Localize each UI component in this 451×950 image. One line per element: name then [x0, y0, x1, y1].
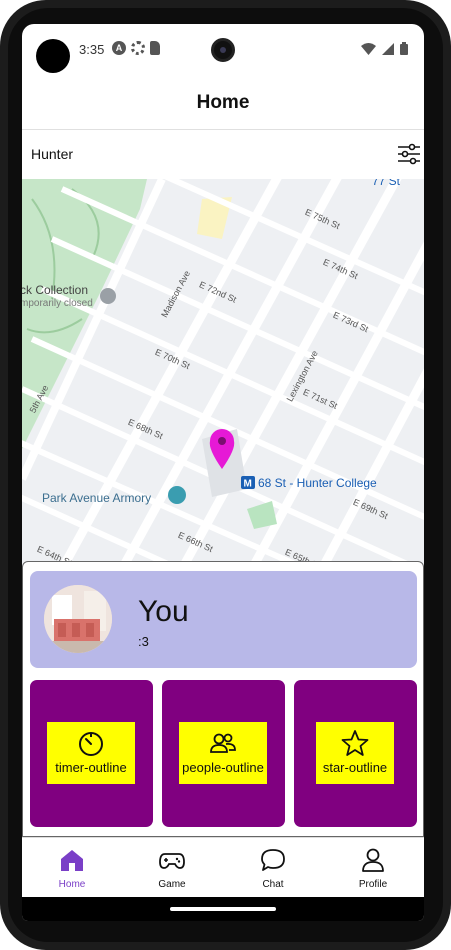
people-outline-icon [210, 733, 236, 753]
battery-icon [400, 42, 408, 55]
star-tile[interactable]: star-outline [294, 680, 417, 827]
people-tile-label: people-outline [182, 760, 264, 775]
front-camera-cutout [36, 39, 70, 73]
profile-card[interactable]: You :3 [30, 571, 417, 668]
timer-tile[interactable]: timer-outline [30, 680, 153, 827]
camera-lens [211, 38, 235, 62]
nav-profile[interactable]: Profile [323, 838, 423, 898]
star-outline-icon [341, 730, 369, 756]
wifi-icon [361, 42, 376, 55]
timer-tile-label-box: timer-outline [47, 722, 135, 784]
nav-home-label: Home [58, 879, 86, 890]
star-tile-label-box: star-outline [316, 722, 394, 784]
poi-collection-status: mporarily closed [22, 298, 93, 309]
timer-outline-icon [79, 732, 103, 756]
search-input[interactable]: Hunter [31, 146, 73, 162]
timer-tile-label: timer-outline [55, 760, 127, 775]
star-tile-label: star-outline [322, 760, 388, 775]
profile-icon [362, 848, 384, 872]
page-title: Home [196, 92, 250, 113]
signal-icon [382, 42, 394, 55]
app-header: Home [22, 76, 424, 130]
avatar [44, 585, 112, 653]
settings-notification-icon [131, 41, 145, 55]
nav-game[interactable]: Game [122, 838, 222, 898]
status-bar: 3:35 A [22, 24, 424, 76]
action-tiles: timer-outline people-outline star-outlin… [30, 680, 417, 827]
profile-status: :3 [138, 634, 149, 649]
status-time: 3:35 [79, 42, 105, 57]
nav-profile-label: Profile [358, 879, 388, 890]
status-notification-icons: A [112, 41, 160, 55]
gesture-area [22, 897, 424, 921]
gamepad-icon [159, 853, 185, 869]
search-bar[interactable]: Hunter [22, 131, 424, 179]
nav-home[interactable]: Home [22, 838, 122, 898]
poi-collection-label: ck Collection [22, 283, 89, 297]
poi-armory-label: Park Avenue Armory [42, 491, 152, 505]
home-gesture-handle[interactable] [170, 907, 276, 911]
nav-chat-label: Chat [262, 879, 284, 890]
accessibility-notification-icon: A [112, 41, 126, 55]
bottom-nav: Home Game Chat Profile [22, 837, 424, 897]
chat-icon [261, 849, 285, 871]
profile-name: You [138, 595, 189, 628]
people-tile-label-box: people-outline [179, 722, 267, 784]
map-view[interactable]: M E 75th St E 74th St E 73rd St E 72nd S… [22, 179, 424, 569]
nav-chat[interactable]: Chat [223, 838, 323, 898]
subway-station-label: 68 St - Hunter College [258, 476, 377, 490]
sd-card-notification-icon [150, 41, 160, 55]
filter-sliders-icon[interactable] [398, 143, 420, 165]
svg-text:M: M [244, 479, 252, 490]
people-tile[interactable]: people-outline [162, 680, 285, 827]
home-icon [61, 850, 83, 871]
nav-game-label: Game [158, 879, 186, 890]
subway-station-77-label: 77 St [372, 179, 401, 188]
bottom-sheet: You :3 timer-outline people-outline star… [22, 561, 424, 837]
status-system-icons [361, 42, 408, 55]
phone-screen: 3:35 A Home Hunter M E 75th St E 74th St… [22, 24, 424, 921]
